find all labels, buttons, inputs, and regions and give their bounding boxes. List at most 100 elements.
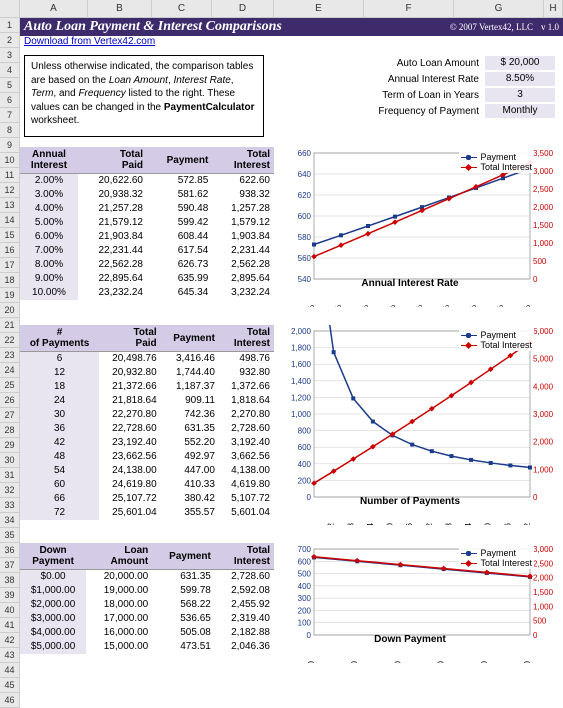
spreadsheet: ABCDEFGH 1234567891011121314151617181920… <box>0 0 563 663</box>
table-row: 4.00%21,257.28590.481,257.28 <box>20 202 274 216</box>
row-header[interactable]: 43 <box>0 648 20 663</box>
row-header[interactable]: 18 <box>0 273 20 288</box>
col-header[interactable]: A <box>20 0 88 17</box>
table-cell: 36 <box>20 422 99 436</box>
svg-text:500: 500 <box>533 257 547 266</box>
svg-text:1,500: 1,500 <box>533 588 554 597</box>
svg-text:54: 54 <box>464 522 473 525</box>
table-cell: 17,000.00 <box>86 612 152 626</box>
row-header[interactable]: 2 <box>0 33 20 48</box>
row-header[interactable]: 46 <box>0 693 20 708</box>
table-cell: 599.42 <box>147 216 212 230</box>
row-header[interactable]: 12 <box>0 183 20 198</box>
col-header[interactable]: F <box>364 0 454 17</box>
col-header[interactable]: G <box>454 0 544 17</box>
row-header[interactable]: 28 <box>0 423 20 438</box>
table-cell: 5,601.04 <box>219 506 274 520</box>
row-header[interactable]: 23 <box>0 348 20 363</box>
row-header[interactable]: 27 <box>0 408 20 423</box>
row-header[interactable]: 25 <box>0 378 20 393</box>
row-header[interactable]: 40 <box>0 603 20 618</box>
row-header[interactable]: 24 <box>0 363 20 378</box>
row-header[interactable]: 7 <box>0 108 20 123</box>
table-cell: 909.11 <box>161 394 219 408</box>
svg-text:42: 42 <box>425 522 434 525</box>
table-cell: 8.00% <box>20 258 78 272</box>
row-header[interactable]: 5 <box>0 78 20 93</box>
table-cell: 410.33 <box>161 478 219 492</box>
row-header[interactable]: 20 <box>0 303 20 318</box>
table-cell: 599.78 <box>152 584 215 598</box>
param-label: Annual Interest Rate <box>272 74 485 85</box>
row-header[interactable]: 29 <box>0 438 20 453</box>
svg-text:2,000: 2,000 <box>291 327 312 336</box>
col-header[interactable]: C <box>152 0 212 17</box>
row-header[interactable]: 36 <box>0 543 20 558</box>
table-cell: 4,619.80 <box>219 478 274 492</box>
svg-text:2,500: 2,500 <box>533 185 554 194</box>
row-header[interactable]: 41 <box>0 618 20 633</box>
corner-cell[interactable] <box>0 0 20 17</box>
table-header: Payment <box>147 147 212 174</box>
row-header[interactable]: 22 <box>0 333 20 348</box>
row-header[interactable]: 11 <box>0 168 20 183</box>
row-header[interactable]: 8 <box>0 123 20 138</box>
table-cell: 2.00% <box>20 174 78 188</box>
row-header[interactable]: 32 <box>0 483 20 498</box>
row-header[interactable]: 15 <box>0 228 20 243</box>
chart3-title: Down Payment <box>282 634 538 645</box>
row-header[interactable]: 17 <box>0 258 20 273</box>
row-header[interactable]: 45 <box>0 678 20 693</box>
row-header[interactable]: 38 <box>0 573 20 588</box>
table-cell: 21,903.84 <box>78 230 147 244</box>
table-cell: 24 <box>20 394 99 408</box>
row-header[interactable]: 33 <box>0 498 20 513</box>
svg-text:$5,000: $5,000 <box>523 660 532 663</box>
col-header[interactable]: D <box>212 0 274 17</box>
row-header[interactable]: 42 <box>0 633 20 648</box>
row-header[interactable]: 4 <box>0 63 20 78</box>
row-header[interactable]: 21 <box>0 318 20 333</box>
svg-text:24: 24 <box>366 522 375 525</box>
table-cell: 42 <box>20 436 99 450</box>
download-link[interactable]: Download from Vertex42.com <box>24 36 155 47</box>
row-header[interactable]: 19 <box>0 288 20 303</box>
row-header[interactable]: 31 <box>0 468 20 483</box>
table-cell: 2,231.44 <box>212 244 274 258</box>
row-header[interactable]: 26 <box>0 393 20 408</box>
table-cell: 5.00% <box>20 216 78 230</box>
table-cell: $3,000.00 <box>20 612 86 626</box>
col-header[interactable]: E <box>274 0 364 17</box>
table-cell: 2,562.28 <box>212 258 274 272</box>
table-row: 5.00%21,579.12599.421,579.12 <box>20 216 274 230</box>
table-cell: 2,182.88 <box>215 626 274 640</box>
row-header[interactable]: 30 <box>0 453 20 468</box>
svg-text:66: 66 <box>503 522 512 525</box>
svg-text:60: 60 <box>484 522 493 525</box>
svg-text:4,000: 4,000 <box>533 382 554 391</box>
row-header[interactable]: 37 <box>0 558 20 573</box>
table-cell: 631.35 <box>161 422 219 436</box>
row-header[interactable]: 35 <box>0 528 20 543</box>
row-header[interactable]: 14 <box>0 213 20 228</box>
row-header[interactable]: 10 <box>0 153 20 168</box>
col-header[interactable]: B <box>88 0 152 17</box>
table-cell: 60 <box>20 478 99 492</box>
row-header[interactable]: 3 <box>0 48 20 63</box>
table-cell: 1,257.28 <box>212 202 274 216</box>
row-header[interactable]: 44 <box>0 663 20 678</box>
row-header[interactable]: 9 <box>0 138 20 153</box>
table-cell: $0.00 <box>20 570 86 584</box>
row-header[interactable]: 1 <box>0 18 20 33</box>
section-num-payments: #of PaymentsTotalPaidPaymentTotalInteres… <box>20 325 563 525</box>
row-header[interactable]: 34 <box>0 513 20 528</box>
row-header[interactable]: 13 <box>0 198 20 213</box>
row-header[interactable]: 39 <box>0 588 20 603</box>
table-cell: 1,579.12 <box>212 216 274 230</box>
row-header[interactable]: 6 <box>0 93 20 108</box>
table-cell: 590.48 <box>147 202 212 216</box>
table-row: 6.00%21,903.84608.441,903.84 <box>20 230 274 244</box>
col-header[interactable]: H <box>544 0 563 17</box>
table-cell: 355.57 <box>161 506 219 520</box>
row-header[interactable]: 16 <box>0 243 20 258</box>
